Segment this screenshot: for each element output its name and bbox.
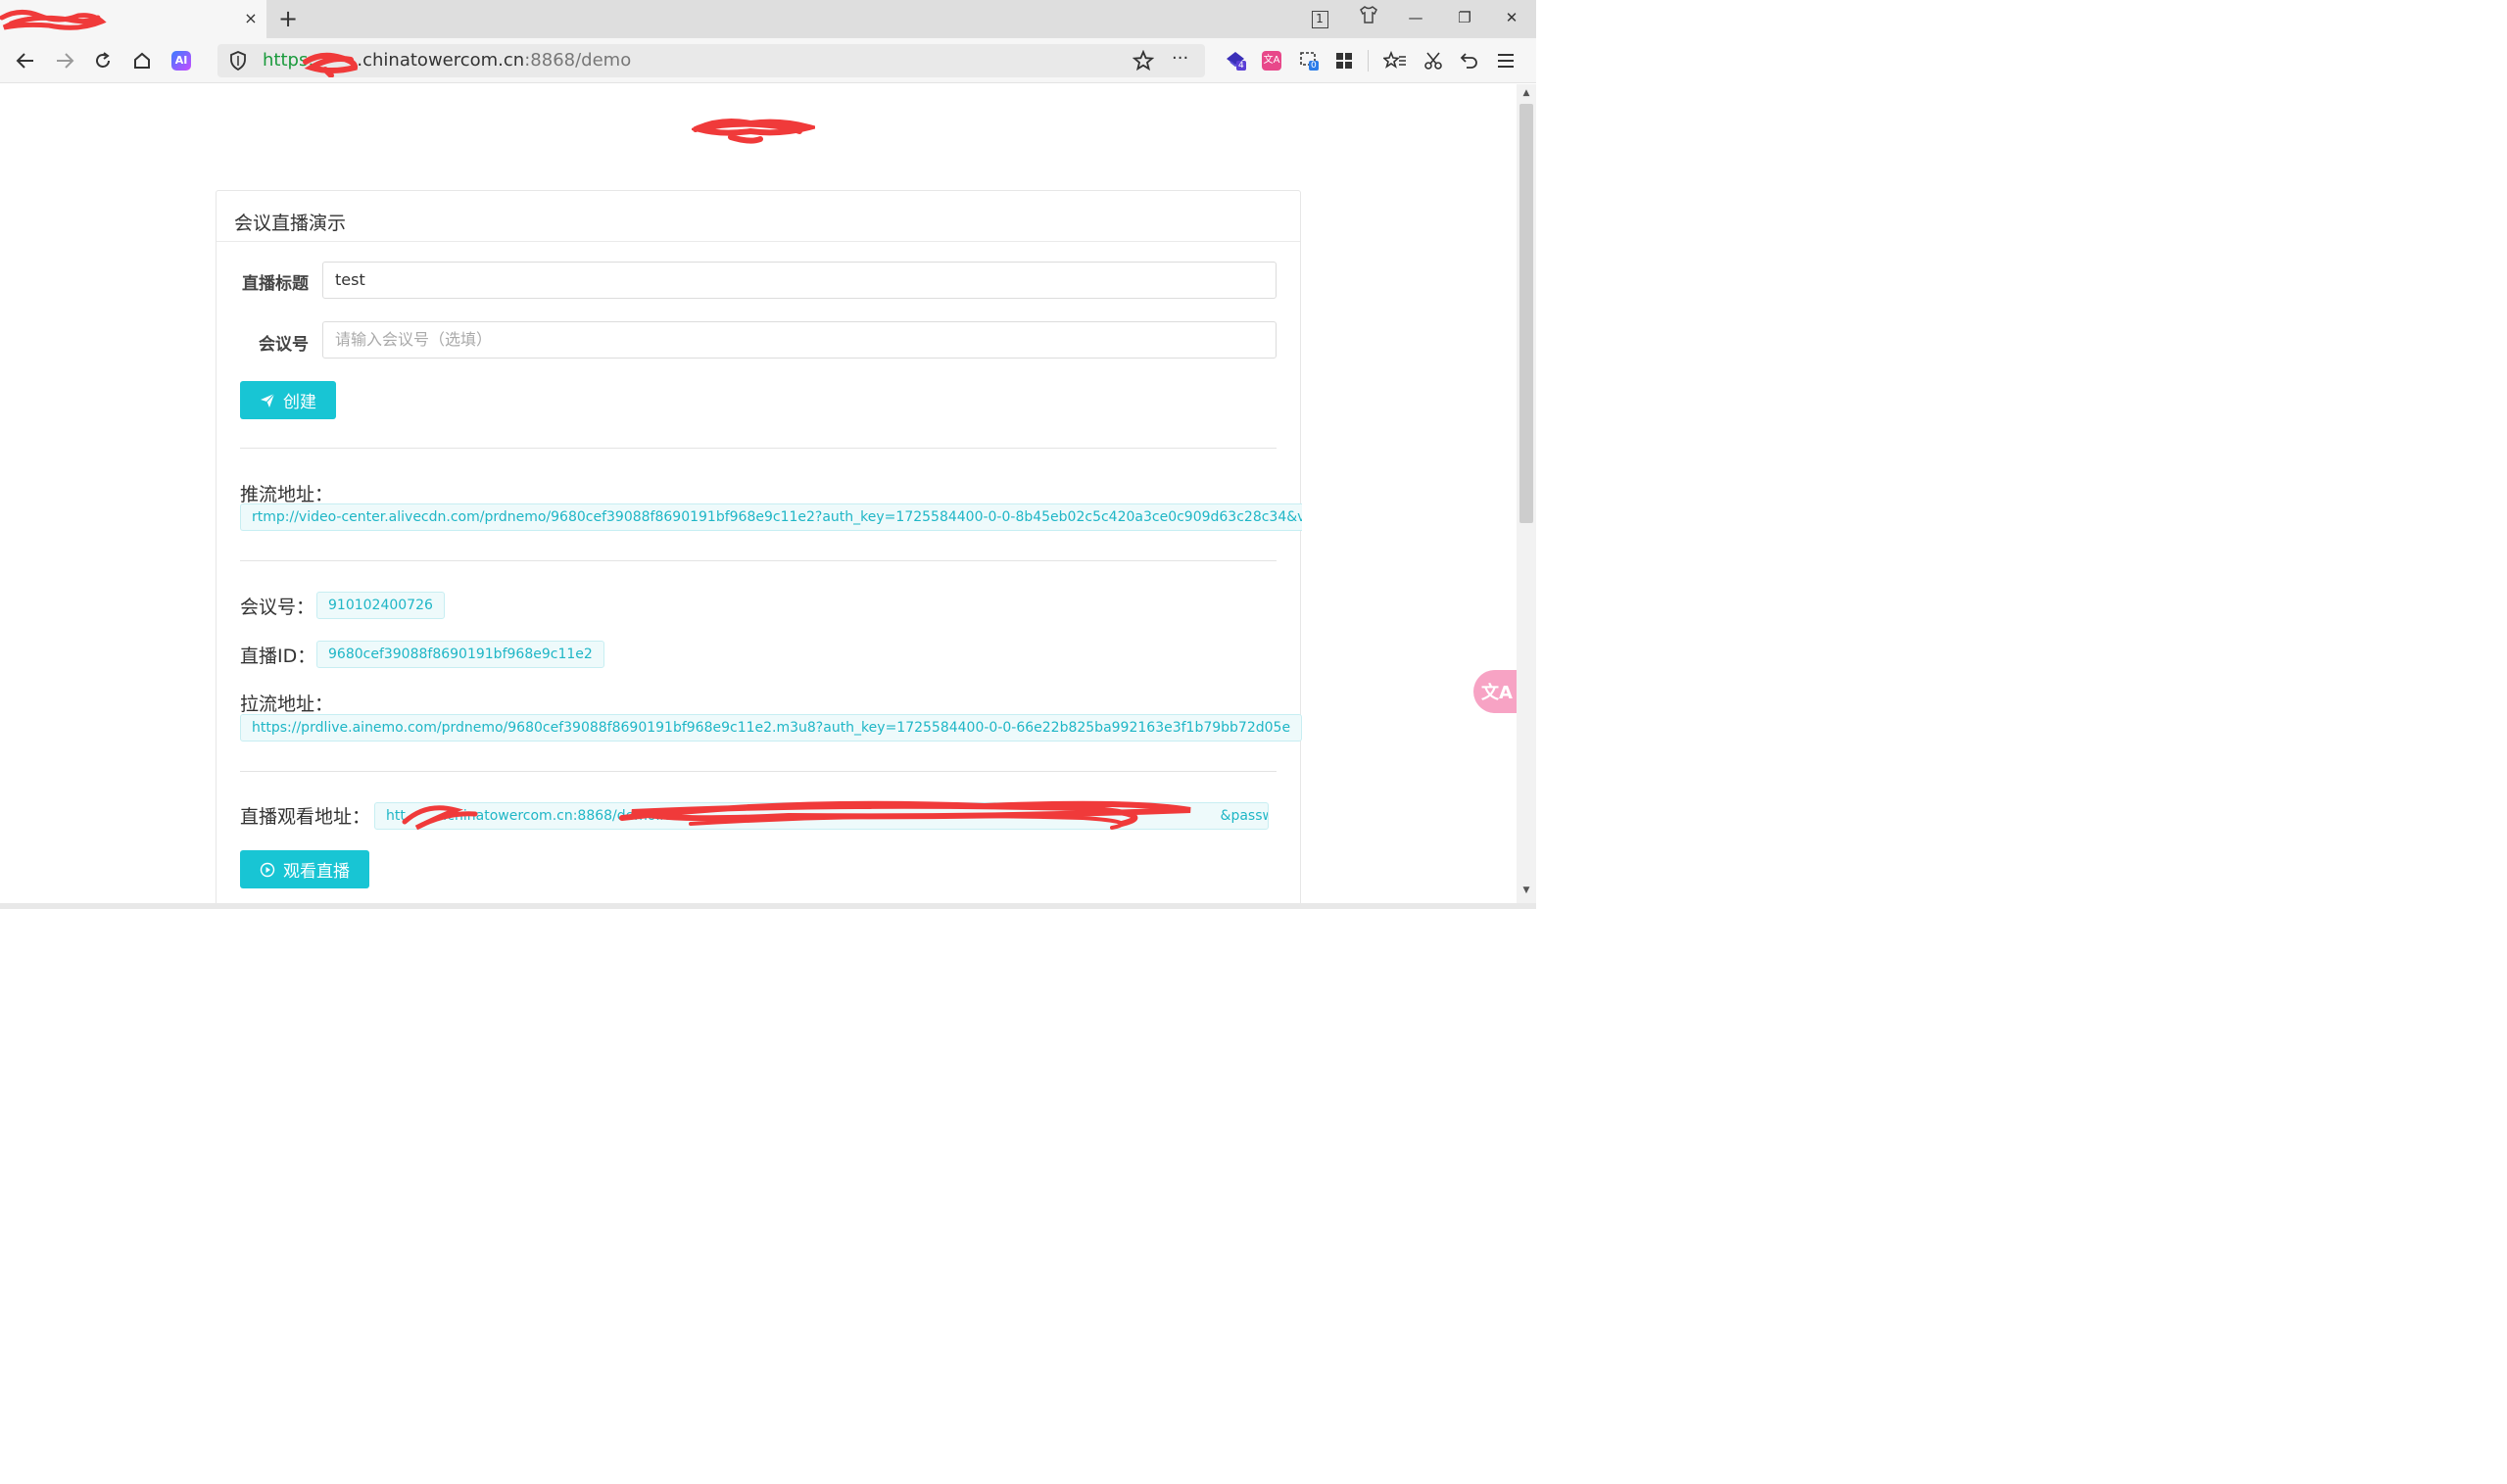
pull-url-value[interactable]: https://prdlive.ainemo.com/prdnemo/9680c… <box>240 714 1303 742</box>
forward-icon[interactable] <box>51 47 78 74</box>
scroll-down-icon[interactable]: ▼ <box>1520 886 1532 897</box>
address-bar[interactable]: https: .chinatowercom.cn:8868/demo ··· <box>217 44 1205 77</box>
new-tab-button[interactable]: + <box>277 5 299 32</box>
create-button-label: 创建 <box>283 393 316 412</box>
watch-url-label: 直播观看地址： <box>240 806 371 828</box>
meeting-number-value[interactable]: 910102400726 <box>316 592 445 619</box>
watch-url-end: &password= <box>1220 808 1268 824</box>
divider-3 <box>240 771 1277 772</box>
page-viewport: 会议直播演示 直播标题 test 会议号 请输入会议号（选填） 创建 推流地址：… <box>0 84 1517 903</box>
menu-icon[interactable] <box>1494 49 1518 72</box>
close-window-button[interactable]: ✕ <box>1499 6 1524 29</box>
browser-toolbar: AI https: .chinatowercom.cn:8868/demo ···… <box>0 38 1536 83</box>
star-icon[interactable] <box>1132 49 1155 75</box>
more-icon[interactable]: ··· <box>1172 48 1188 69</box>
url-port-path: :8868/demo <box>524 50 632 71</box>
restore-button[interactable]: ❐ <box>1452 6 1477 29</box>
meeting-number-result-label: 会议号： <box>240 597 315 618</box>
extension-badge-b: 0 <box>1309 61 1319 71</box>
scroll-thumb[interactable] <box>1519 104 1533 523</box>
title-label: 直播标题 <box>242 274 309 294</box>
vertical-scrollbar[interactable]: ▲ ▼ <box>1517 84 1536 903</box>
title-input[interactable]: test <box>322 262 1277 299</box>
divider-2 <box>240 560 1277 561</box>
url-redaction-scribble <box>303 52 359 77</box>
undo-icon[interactable] <box>1458 49 1481 72</box>
shirt-icon[interactable] <box>1356 6 1381 29</box>
floating-translate-icon[interactable]: 文A <box>1473 670 1520 713</box>
play-circle-icon <box>260 862 275 877</box>
ai-icon[interactable]: AI <box>168 47 195 74</box>
meeting-number-label: 会议号 <box>259 335 309 355</box>
tab-close-icon[interactable]: × <box>241 8 261 29</box>
extension-icon[interactable]: 4 <box>1225 49 1248 72</box>
grid-icon[interactable] <box>1332 49 1356 72</box>
tab-count: 1 <box>1311 11 1328 28</box>
tab-strip: × + 1 — ❐ ✕ <box>0 0 1536 38</box>
url-host: .chinatowercom.cn <box>357 50 525 71</box>
capture-icon[interactable]: 0 <box>1297 49 1321 72</box>
browser-tab[interactable]: × <box>0 0 266 38</box>
push-url-label: 推流地址： <box>240 484 334 505</box>
reload-icon[interactable] <box>89 47 117 74</box>
shield-icon[interactable] <box>229 51 247 74</box>
watch-url-redaction-scribble <box>402 800 1191 831</box>
toolbar-divider <box>1368 50 1369 72</box>
watch-live-button-label: 观看直播 <box>283 862 350 882</box>
tab-count-icon[interactable]: 1 <box>1307 6 1332 29</box>
card-title: 会议直播演示 <box>234 213 347 234</box>
pull-url-label: 拉流地址： <box>240 694 334 715</box>
bookmarks-icon[interactable] <box>1383 49 1407 72</box>
live-id-value[interactable]: 9680cef39088f8690191bf968e9c11e2 <box>316 641 604 668</box>
home-icon[interactable] <box>128 47 156 74</box>
divider-1 <box>240 448 1277 449</box>
scissors-icon[interactable] <box>1422 49 1445 72</box>
card-header: 会议直播演示 <box>217 191 1300 242</box>
live-id-label: 直播ID： <box>240 646 316 667</box>
back-icon[interactable] <box>12 47 39 74</box>
redaction-scribble <box>0 10 107 30</box>
send-icon <box>261 393 275 407</box>
bottom-edge <box>0 903 1536 909</box>
minimize-button[interactable]: — <box>1403 6 1428 29</box>
watch-live-button[interactable]: 观看直播 <box>240 850 369 888</box>
scroll-up-icon[interactable]: ▲ <box>1520 88 1532 100</box>
create-button[interactable]: 创建 <box>240 381 336 419</box>
translate-icon[interactable]: 文A <box>1260 49 1283 72</box>
logo-redaction-scribble <box>692 119 815 144</box>
push-url-value[interactable]: rtmp://video-center.alivecdn.com/prdnemo… <box>240 503 1302 531</box>
live-demo-card: 会议直播演示 直播标题 test 会议号 请输入会议号（选填） 创建 推流地址：… <box>216 190 1303 903</box>
extension-badge-a: 4 <box>1236 61 1246 71</box>
meeting-number-input[interactable]: 请输入会议号（选填） <box>322 321 1277 359</box>
